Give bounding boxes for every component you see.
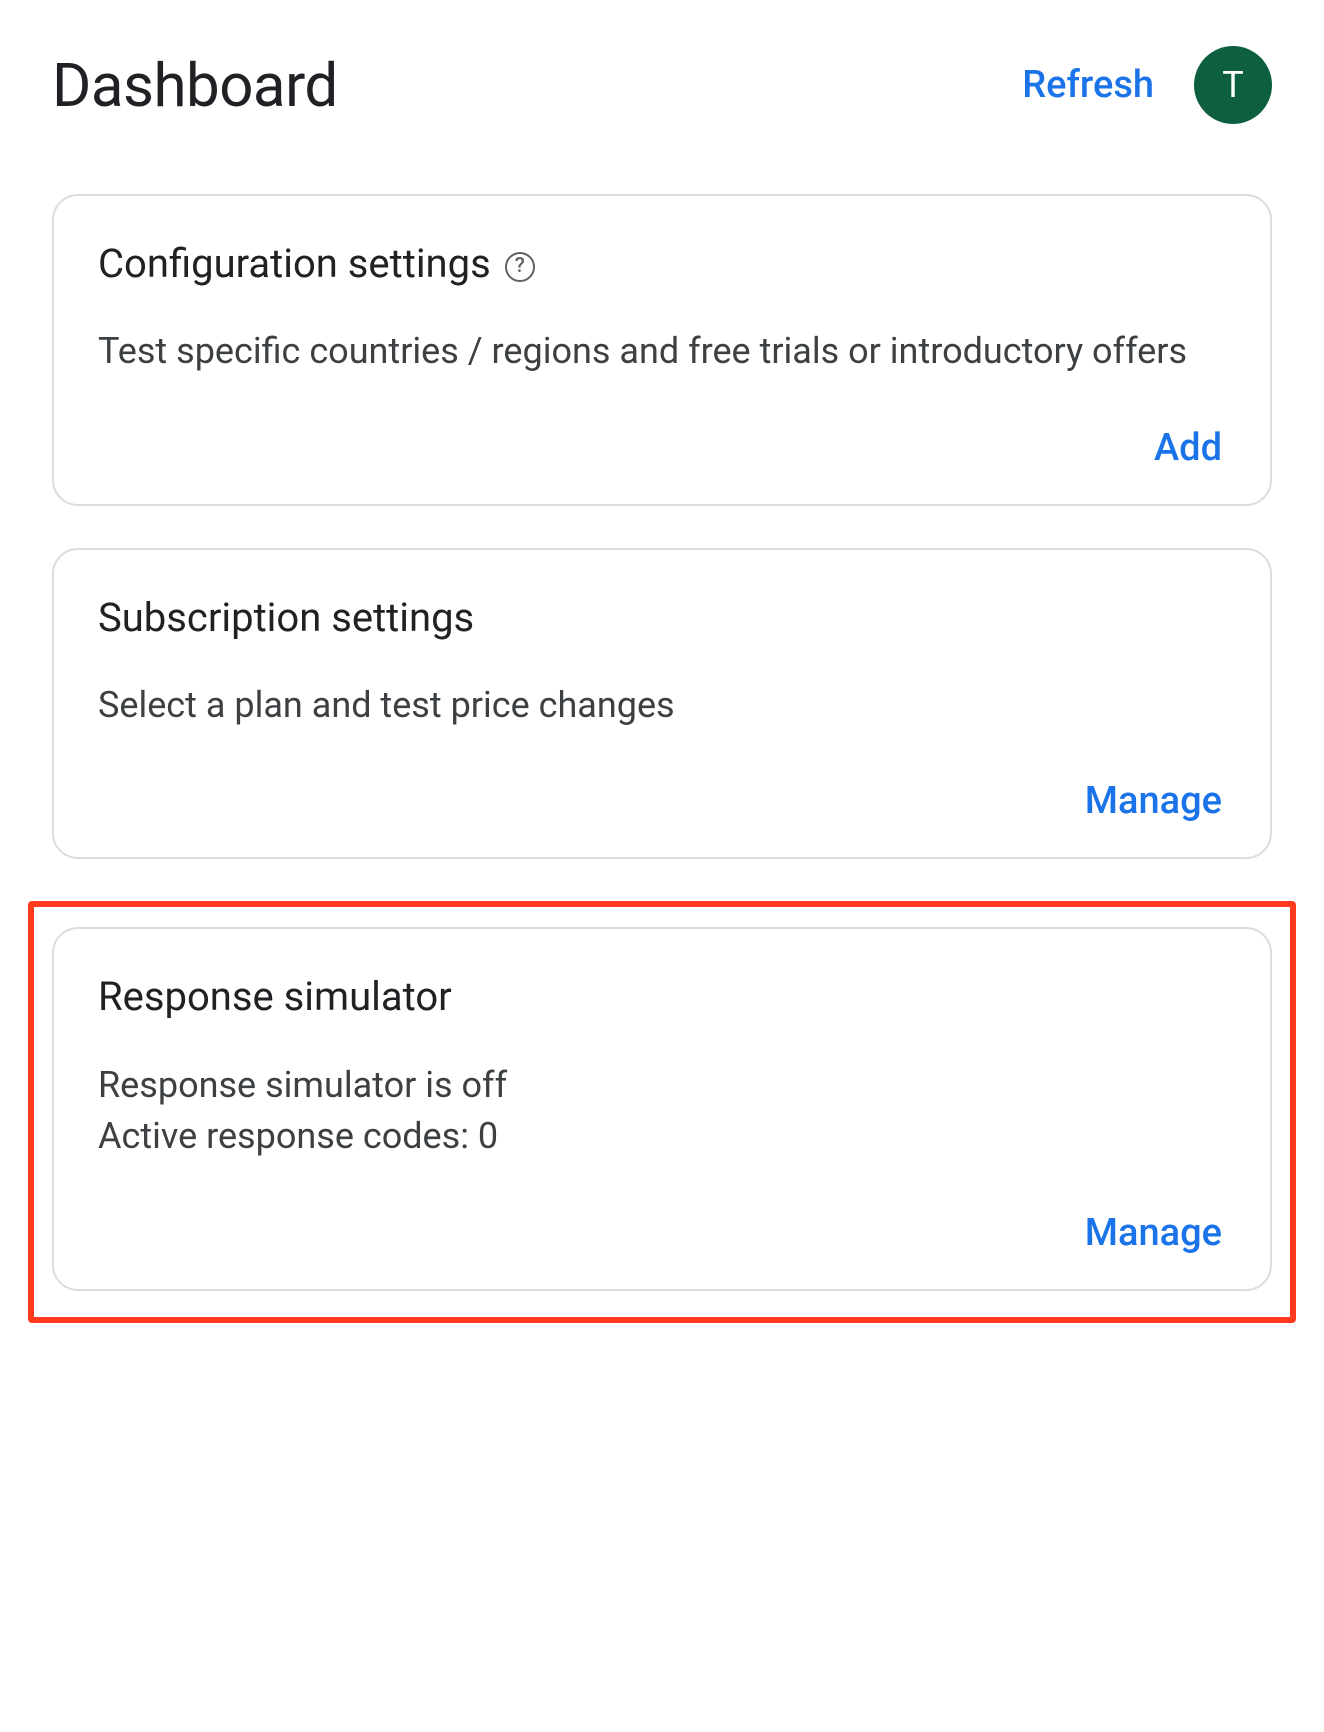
card-description: Response simulator is off Active respons… (98, 1060, 1226, 1161)
refresh-button[interactable]: Refresh (1022, 63, 1154, 107)
active-codes: Active response codes: 0 (98, 1111, 1226, 1161)
subscription-settings-card: Subscription settings Select a plan and … (52, 548, 1272, 860)
card-title-row: Subscription settings (98, 594, 1226, 641)
page-title: Dashboard (52, 50, 338, 121)
manage-simulator-button[interactable]: Manage (1085, 1211, 1226, 1255)
card-description: Test specific countries / regions and fr… (98, 327, 1226, 376)
card-title: Configuration settings (98, 240, 491, 287)
avatar[interactable]: T (1194, 46, 1272, 124)
response-simulator-card: Response simulator Response simulator is… (52, 927, 1272, 1291)
simulator-status: Response simulator is off (98, 1060, 1226, 1110)
card-footer: Add (98, 410, 1226, 470)
add-button[interactable]: Add (1154, 426, 1226, 470)
header: Dashboard Refresh T (52, 46, 1272, 124)
card-footer: Manage (98, 763, 1226, 823)
card-title: Subscription settings (98, 594, 474, 641)
card-title: Response simulator (98, 973, 452, 1020)
configuration-settings-card: Configuration settings ? Test specific c… (52, 194, 1272, 506)
header-actions: Refresh T (1022, 46, 1272, 124)
card-title-row: Configuration settings ? (98, 240, 1226, 287)
help-icon[interactable]: ? (505, 252, 535, 282)
card-footer: Manage (98, 1195, 1226, 1255)
card-title-row: Response simulator (98, 973, 1226, 1020)
highlight-annotation: Response simulator Response simulator is… (28, 901, 1296, 1323)
card-description: Select a plan and test price changes (98, 681, 1226, 730)
manage-subscription-button[interactable]: Manage (1085, 779, 1226, 823)
